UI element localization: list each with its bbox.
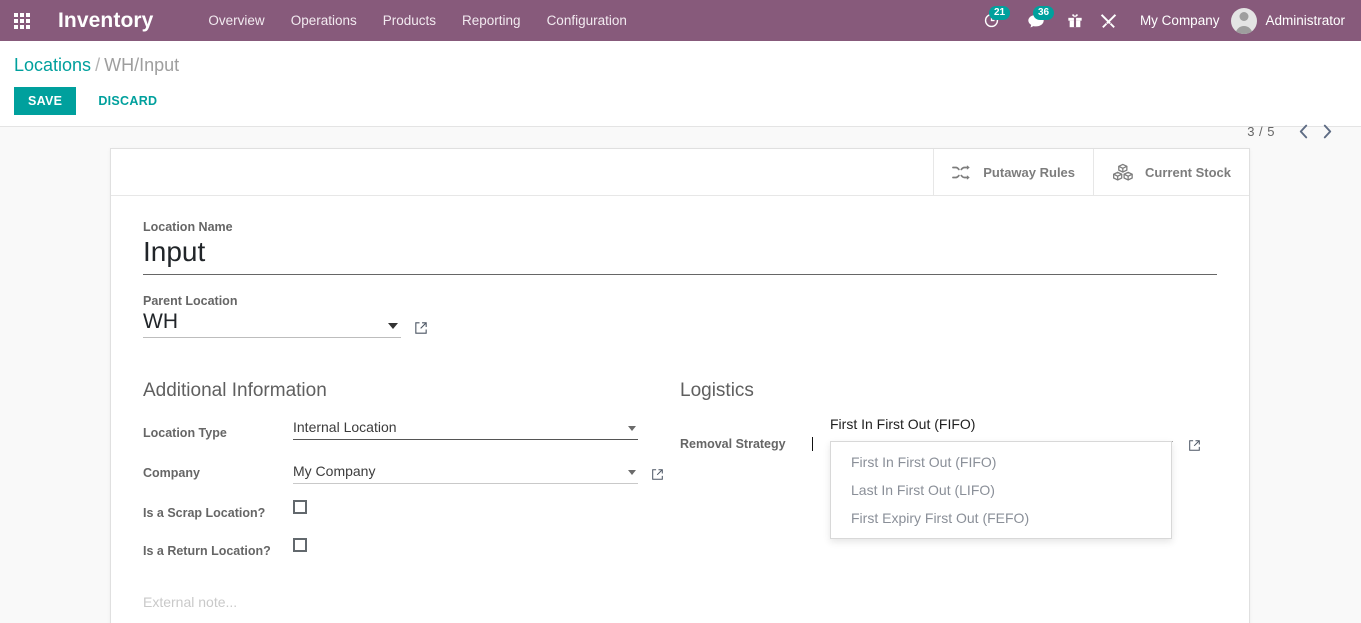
return-location-label: Is a Return Location? (143, 544, 271, 558)
external-note-input[interactable] (143, 590, 1217, 623)
removal-strategy-value: First In First Out (FIFO) (830, 416, 976, 432)
location-type-label: Location Type (143, 426, 227, 440)
user-name-label: Administrator (1265, 13, 1345, 28)
save-button[interactable]: SAVE (14, 87, 77, 115)
location-type-value: Internal Location (293, 419, 397, 435)
location-name-label: Location Name (143, 220, 233, 234)
top-navbar: Inventory Overview Operations Products R… (0, 0, 1361, 41)
breadcrumb: Locations / WH/Input (14, 41, 1347, 77)
stat-button-current-stock-label: Current Stock (1145, 164, 1231, 180)
company-row: Company My Company (143, 456, 680, 484)
scrap-location-row: Is a Scrap Location? (143, 496, 680, 524)
gift-menu-button[interactable] (1058, 0, 1092, 41)
menu-products[interactable]: Products (370, 0, 449, 41)
menu-overview[interactable]: Overview (195, 0, 277, 41)
activity-count-badge: 21 (988, 6, 1011, 20)
return-location-row: Is a Return Location? (143, 534, 680, 562)
parent-location-input[interactable] (143, 310, 375, 337)
messages-count-badge: 36 (1032, 6, 1055, 20)
removal-strategy-row: Removal Strategy First In First Out (FIF… (680, 416, 1217, 539)
text-cursor (811, 437, 813, 451)
company-value: My Company (293, 463, 376, 479)
apps-menu-button[interactable] (0, 0, 44, 41)
messages-menu-button[interactable]: 36 (1014, 0, 1058, 41)
navbar-systray: 21 36 My Company Administrator (970, 0, 1361, 41)
additional-information-title: Additional Information (143, 380, 327, 401)
breadcrumb-separator: / (95, 55, 101, 75)
scrap-location-checkbox[interactable] (293, 500, 307, 514)
company-select[interactable]: My Company (293, 463, 638, 484)
pager-next-button[interactable] (1315, 119, 1339, 143)
gift-icon (1068, 14, 1082, 28)
removal-strategy-dropdown: First In First Out (FIFO) Last In First … (830, 441, 1172, 539)
menu-operations[interactable]: Operations (278, 0, 370, 41)
control-panel: Locations / WH/Input SAVE DISCARD 3 / 5 (0, 41, 1361, 139)
form-groups: Additional Information Location Type Int… (143, 380, 1217, 562)
return-location-checkbox[interactable] (293, 538, 307, 552)
parent-location-label: Parent Location (143, 294, 238, 308)
form-action-buttons: SAVE DISCARD (14, 87, 1347, 115)
removal-strategy-input[interactable]: First In First Out (FIFO) First In First… (811, 416, 1175, 539)
location-type-row: Location Type Internal Location (143, 416, 680, 444)
logistics-group: Logistics Removal Strategy First In Firs… (680, 380, 1217, 562)
stat-button-putaway-rules[interactable]: Putaway Rules (933, 149, 1094, 195)
stat-button-putaway-rules-label: Putaway Rules (983, 164, 1076, 180)
dropdown-option-lifo[interactable]: Last In First Out (LIFO) (831, 476, 1171, 504)
location-name-group: Location Name (143, 220, 1217, 275)
menu-reporting[interactable]: Reporting (449, 0, 534, 41)
app-brand-title[interactable]: Inventory (44, 9, 163, 33)
menu-configuration[interactable]: Configuration (534, 0, 640, 41)
main-menu-bar: Overview Operations Products Reporting C… (195, 0, 639, 41)
discard-button[interactable]: DISCARD (88, 87, 167, 115)
user-avatar-icon (1231, 7, 1258, 34)
developer-tools-button[interactable] (1092, 0, 1126, 41)
location-name-input[interactable] (143, 236, 1217, 275)
logistics-title: Logistics (680, 380, 754, 401)
breadcrumb-current: WH/Input (104, 55, 180, 75)
breadcrumb-locations[interactable]: Locations (14, 55, 91, 75)
external-link-icon (652, 469, 663, 480)
removal-strategy-external-link-button[interactable] (1188, 439, 1201, 452)
removal-strategy-label: Removal Strategy (680, 437, 786, 451)
caret-down-icon[interactable] (628, 470, 636, 475)
tools-icon (1101, 14, 1117, 28)
record-pager: 3 / 5 (1247, 119, 1339, 143)
shuffle-icon (952, 164, 972, 181)
external-note-group (143, 590, 1217, 623)
parent-location-group: Parent Location (143, 294, 1217, 338)
form-sheet: Putaway Rules Current Stock Location Nam… (110, 148, 1250, 623)
form-body: Location Name Parent Location (111, 196, 1249, 623)
stat-button-current-stock[interactable]: Current Stock (1093, 149, 1249, 195)
activity-menu-button[interactable]: 21 (970, 0, 1014, 41)
chevron-right-icon (1323, 124, 1331, 138)
cubes-icon (1112, 163, 1134, 182)
location-type-select[interactable]: Internal Location (293, 419, 638, 440)
chevron-left-icon (1299, 124, 1307, 138)
dropdown-option-fefo[interactable]: First Expiry First Out (FEFO) (831, 504, 1171, 532)
external-link-icon (1189, 440, 1200, 451)
scrap-location-label: Is a Scrap Location? (143, 506, 266, 520)
parent-location-external-link-button[interactable] (414, 321, 428, 335)
external-link-icon (415, 322, 427, 334)
apps-grid-icon (14, 12, 30, 29)
company-switcher[interactable]: My Company (1126, 0, 1232, 41)
company-external-link-button[interactable] (651, 468, 664, 481)
stat-button-box: Putaway Rules Current Stock (111, 149, 1249, 196)
content-area: Putaway Rules Current Stock Location Nam… (0, 127, 1361, 623)
caret-down-icon[interactable] (628, 426, 636, 431)
pager-previous-button[interactable] (1291, 119, 1315, 143)
additional-information-group: Additional Information Location Type Int… (143, 380, 680, 562)
dropdown-option-fifo[interactable]: First In First Out (FIFO) (831, 448, 1171, 476)
pager-value: 3 / 5 (1247, 123, 1275, 139)
company-label: Company (143, 466, 200, 480)
caret-down-icon[interactable] (388, 323, 398, 329)
user-menu[interactable]: Administrator (1231, 7, 1351, 34)
